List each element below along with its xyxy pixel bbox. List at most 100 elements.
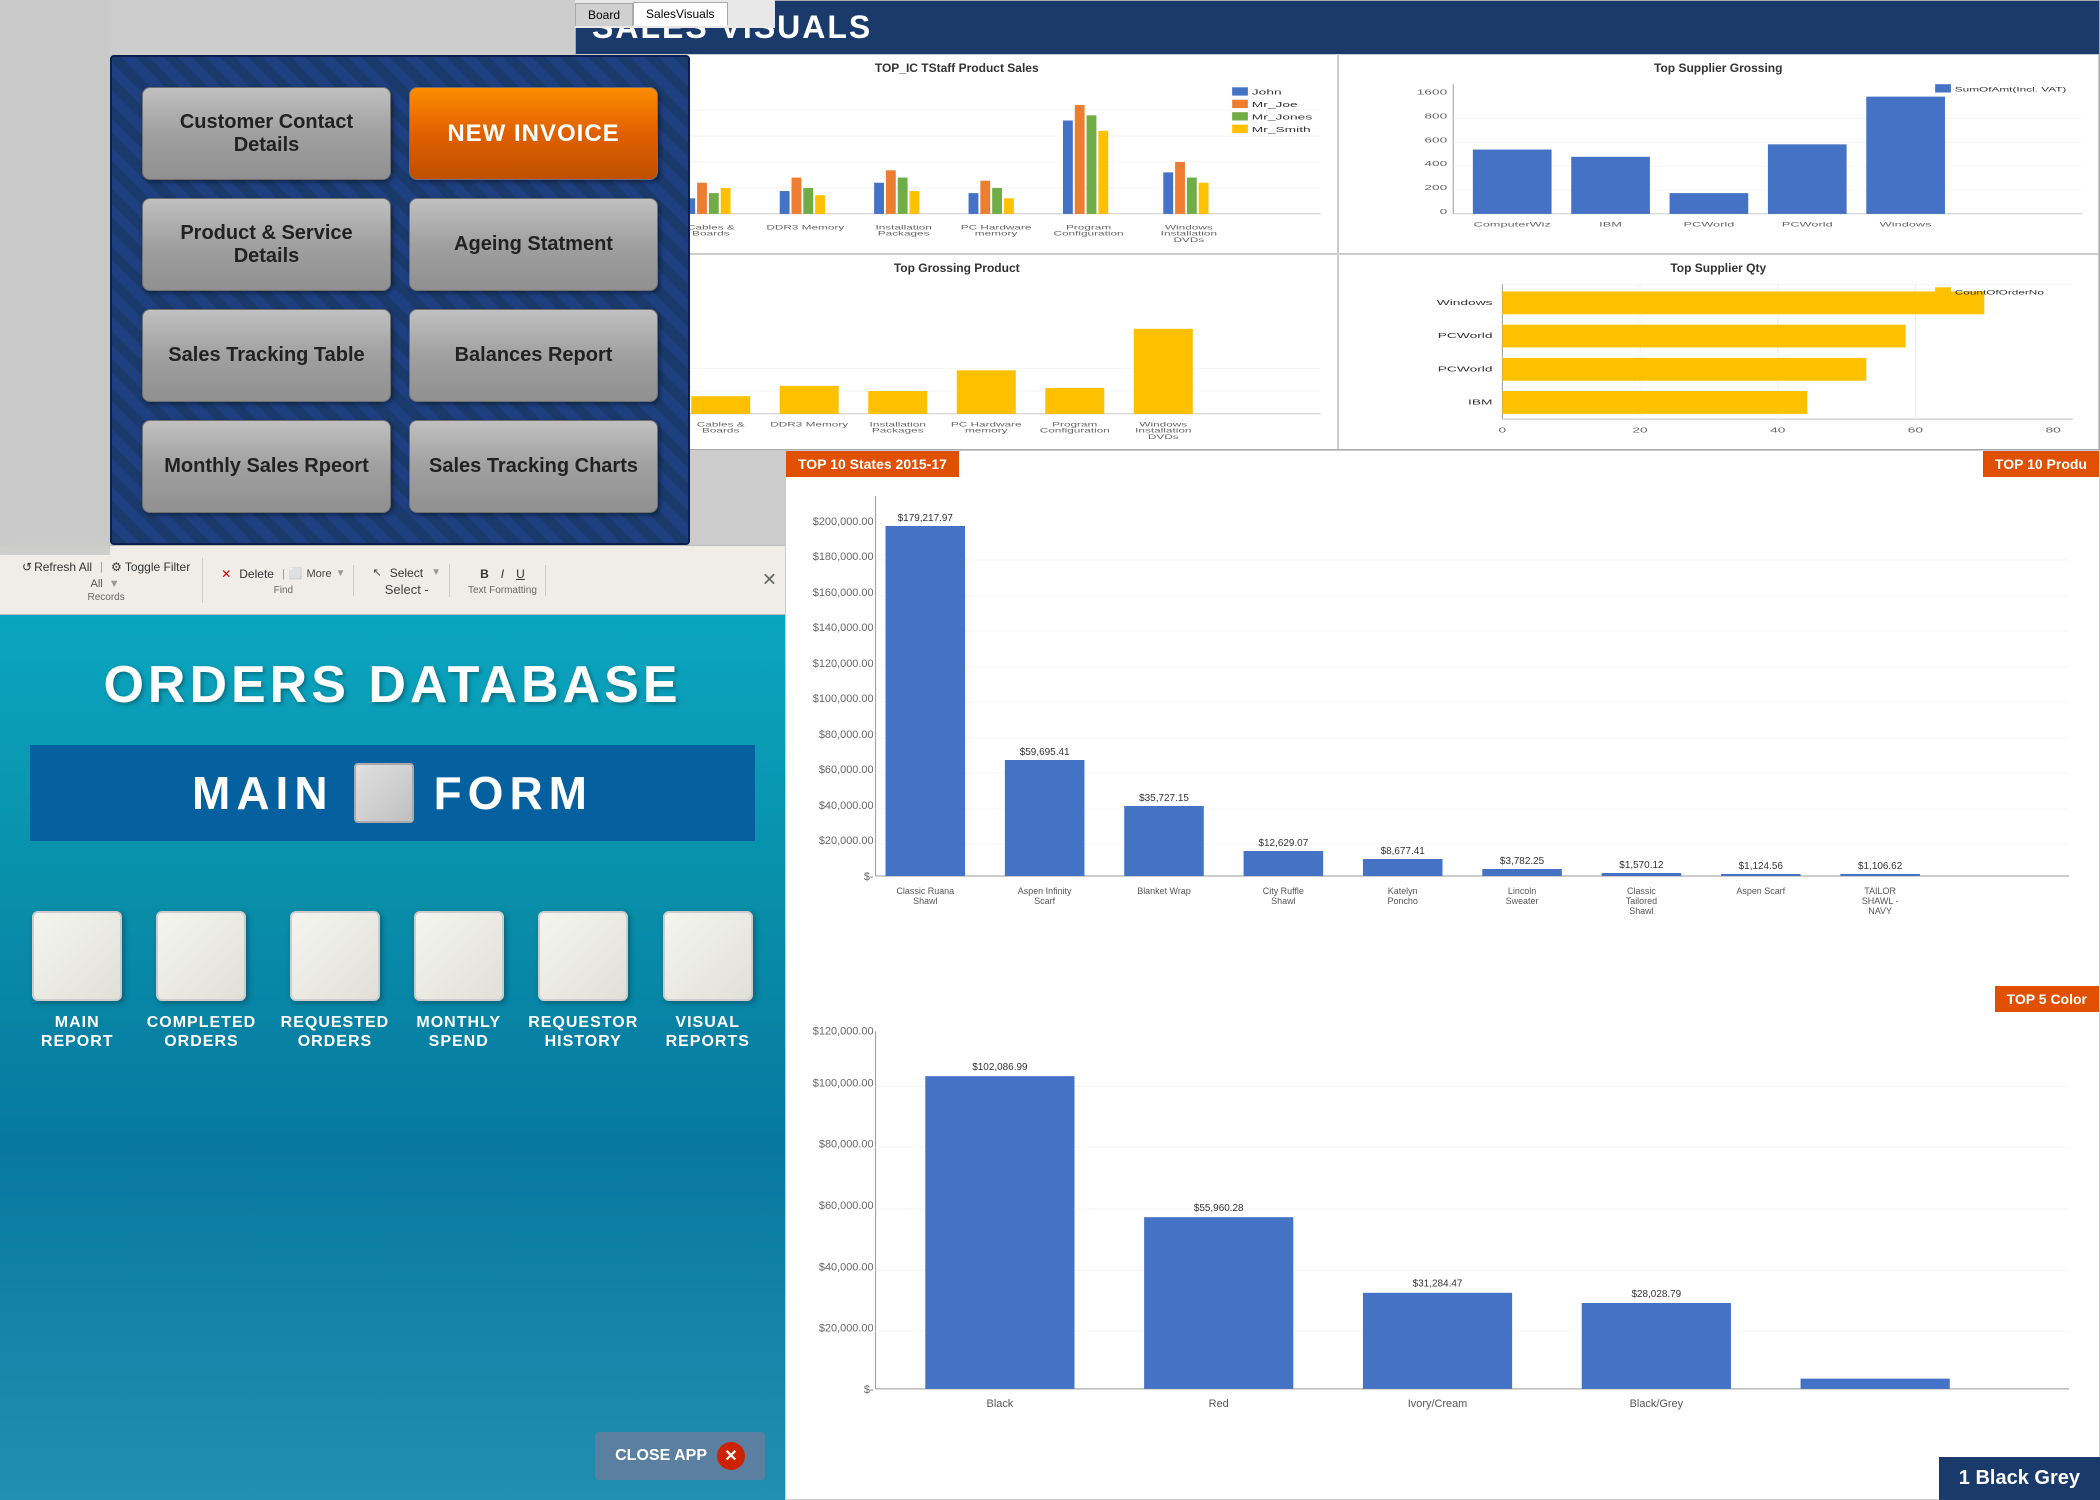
requestor-history-icon: [538, 911, 628, 1001]
svg-text:Black: Black: [987, 1398, 1014, 1410]
svg-text:$-: $-: [864, 871, 874, 883]
svg-text:Katelyn: Katelyn: [1388, 886, 1418, 896]
access-toolbar: ↺ Refresh All | ⚙ Toggle Filter All ▼ Re…: [0, 545, 785, 615]
svg-text:$80,000.00: $80,000.00: [819, 1139, 874, 1151]
svg-text:Windows: Windows: [1879, 221, 1931, 228]
monthly-spend-icon-item[interactable]: MONTHLYSPEND: [414, 911, 504, 1051]
svg-text:Configuration: Configuration: [1053, 230, 1123, 237]
svg-text:$28,028.79: $28,028.79: [1631, 1289, 1681, 1300]
svg-text:Poncho: Poncho: [1388, 896, 1418, 906]
records-section: ↺ Refresh All | ⚙ Toggle Filter All ▼ Re…: [10, 558, 203, 603]
svg-text:Classic: Classic: [1627, 886, 1656, 896]
form-text: FORM: [434, 766, 593, 820]
new-invoice-btn[interactable]: NEW INVOICE: [409, 87, 658, 180]
svg-text:SumOfAmt(Incl. VAT): SumOfAmt(Incl. VAT): [1954, 86, 2066, 93]
visual-reports-label: VISUALREPORTS: [666, 1013, 750, 1051]
svg-text:PCWorld: PCWorld: [1437, 365, 1492, 373]
ageing-statement-btn[interactable]: Ageing Statment: [409, 198, 658, 291]
svg-text:$180,000.00: $180,000.00: [813, 551, 874, 563]
requested-orders-label: REQUESTEDORDERS: [281, 1013, 390, 1051]
svg-text:Boards: Boards: [702, 427, 740, 434]
visual-reports-icon: [663, 911, 753, 1001]
delete-btn[interactable]: Delete: [235, 565, 278, 583]
monthly-sales-btn[interactable]: Monthly Sales Rpeort: [142, 420, 391, 513]
completed-orders-icon-item[interactable]: COMPLETEDORDERS: [147, 911, 256, 1051]
svg-text:Sweater: Sweater: [1506, 896, 1539, 906]
balances-report-btn[interactable]: Balances Report: [409, 309, 658, 402]
svg-text:$1,124.56: $1,124.56: [1739, 861, 1784, 872]
svg-text:$1,106.62: $1,106.62: [1858, 861, 1903, 872]
svg-text:PCWorld: PCWorld: [1683, 221, 1734, 228]
sales-tracking-table-btn[interactable]: Sales Tracking Table: [142, 309, 391, 402]
svg-text:DDR3 Memory: DDR3 Memory: [770, 420, 848, 427]
records-row: ↺ Refresh All | ⚙ Toggle Filter: [18, 558, 194, 576]
underline-btn[interactable]: U: [512, 565, 529, 583]
customer-contact-btn[interactable]: Customer Contact Details: [142, 87, 391, 180]
close-app-btn[interactable]: CLOSE APP ✕: [595, 1432, 765, 1480]
supplier-grossing-title: Top Supplier Grossing: [1345, 61, 2093, 75]
svg-text:Packages: Packages: [872, 427, 924, 434]
svg-text:DVDs: DVDs: [1173, 236, 1204, 243]
svg-text:$160,000.00: $160,000.00: [813, 587, 874, 599]
svg-text:Blanket Wrap: Blanket Wrap: [1137, 886, 1191, 896]
product-service-btn[interactable]: Product & Service Details: [142, 198, 391, 291]
sales-visuals-panel: SALES VISUALS TOP_IC TStaff Product Sale…: [575, 0, 2100, 450]
sales-visuals-title: SALES VISUALS: [576, 1, 2099, 54]
svg-text:John: John: [1252, 89, 1282, 97]
top10-products-label: TOP 10 Produ: [1983, 451, 2099, 477]
sales-tracking-charts-btn[interactable]: Sales Tracking Charts: [409, 420, 658, 513]
main-report-icon-item[interactable]: MAINREPORT: [32, 911, 122, 1051]
tab-bar: Board SalesVisuals: [575, 0, 775, 28]
completed-orders-icon: [156, 911, 246, 1001]
records-label: Records: [87, 592, 124, 603]
filter-row: All ▼: [91, 578, 122, 590]
svg-text:Packages: Packages: [878, 230, 930, 237]
top-grossing-product-title: Top Grossing Product: [583, 261, 1331, 275]
svg-text:Classic Ruana: Classic Ruana: [896, 886, 954, 896]
svg-text:$120,000.00: $120,000.00: [813, 1025, 874, 1037]
svg-text:Aspen Infinity: Aspen Infinity: [1018, 886, 1072, 896]
svg-text:SHAWL -: SHAWL -: [1862, 896, 1899, 906]
italic-btn[interactable]: I: [497, 565, 508, 583]
svg-text:$140,000.00: $140,000.00: [813, 622, 874, 634]
visual-reports-icon-item[interactable]: VISUALREPORTS: [663, 911, 753, 1051]
select-dropdown-value: Select -: [385, 582, 429, 597]
svg-text:Aspen Scarf: Aspen Scarf: [1736, 886, 1785, 896]
svg-text:20: 20: [1632, 427, 1647, 435]
svg-text:$179,217.97: $179,217.97: [898, 513, 954, 524]
top-supplier-qty-title: Top Supplier Qty: [1345, 261, 2093, 275]
right-charts-panel: TOP 10 States 2015-17 TOP 10 Produ $- $2…: [785, 450, 2100, 1500]
svg-text:$55,960.28: $55,960.28: [1194, 1203, 1244, 1214]
svg-text:80: 80: [2045, 427, 2060, 435]
svg-text:$1,570.12: $1,570.12: [1619, 860, 1664, 871]
board-tab[interactable]: Board: [575, 3, 633, 26]
delete-row: ✕ Delete | ⬜ More ▼: [221, 565, 345, 583]
toolbar-close-btn[interactable]: ✕: [762, 570, 777, 591]
svg-text:$59,695.41: $59,695.41: [1020, 747, 1070, 758]
svg-text:Red: Red: [1209, 1398, 1229, 1410]
top5-colors-label: TOP 5 Color: [1995, 986, 2099, 1012]
select-btn[interactable]: Select: [386, 564, 427, 582]
staff-sales-title: TOP_IC TStaff Product Sales: [583, 61, 1331, 75]
requested-orders-icon-item[interactable]: REQUESTEDORDERS: [281, 911, 390, 1051]
svg-text:memory: memory: [975, 230, 1018, 237]
svg-text:DVDs: DVDs: [1148, 433, 1179, 440]
svg-text:Windows: Windows: [1436, 299, 1492, 307]
bottom-right-badge: 1 Black Grey: [1939, 1457, 2100, 1500]
svg-text:$102,086.99: $102,086.99: [972, 1062, 1028, 1073]
toggle-filter-btn[interactable]: ⚙ Toggle Filter: [107, 558, 194, 576]
svg-text:0: 0: [1498, 427, 1506, 435]
svg-text:Mr_Joe: Mr_Joe: [1252, 101, 1298, 109]
svg-text:$35,727.15: $35,727.15: [1139, 793, 1189, 804]
main-text: MAIN: [192, 766, 334, 820]
svg-text:Scarf: Scarf: [1034, 896, 1055, 906]
refresh-btn[interactable]: ↺ Refresh All: [18, 558, 96, 576]
svg-text:$60,000.00: $60,000.00: [819, 1200, 874, 1212]
svg-text:TAILOR: TAILOR: [1864, 886, 1896, 896]
sales-visuals-tab[interactable]: SalesVisuals: [633, 2, 727, 26]
svg-text:800: 800: [1424, 112, 1447, 120]
requestor-history-icon-item[interactable]: REQUESTORHISTORY: [528, 911, 638, 1051]
monthly-spend-icon: [414, 911, 504, 1001]
find-section: ✕ Delete | ⬜ More ▼ Find: [213, 565, 354, 596]
bold-btn[interactable]: B: [476, 565, 493, 583]
